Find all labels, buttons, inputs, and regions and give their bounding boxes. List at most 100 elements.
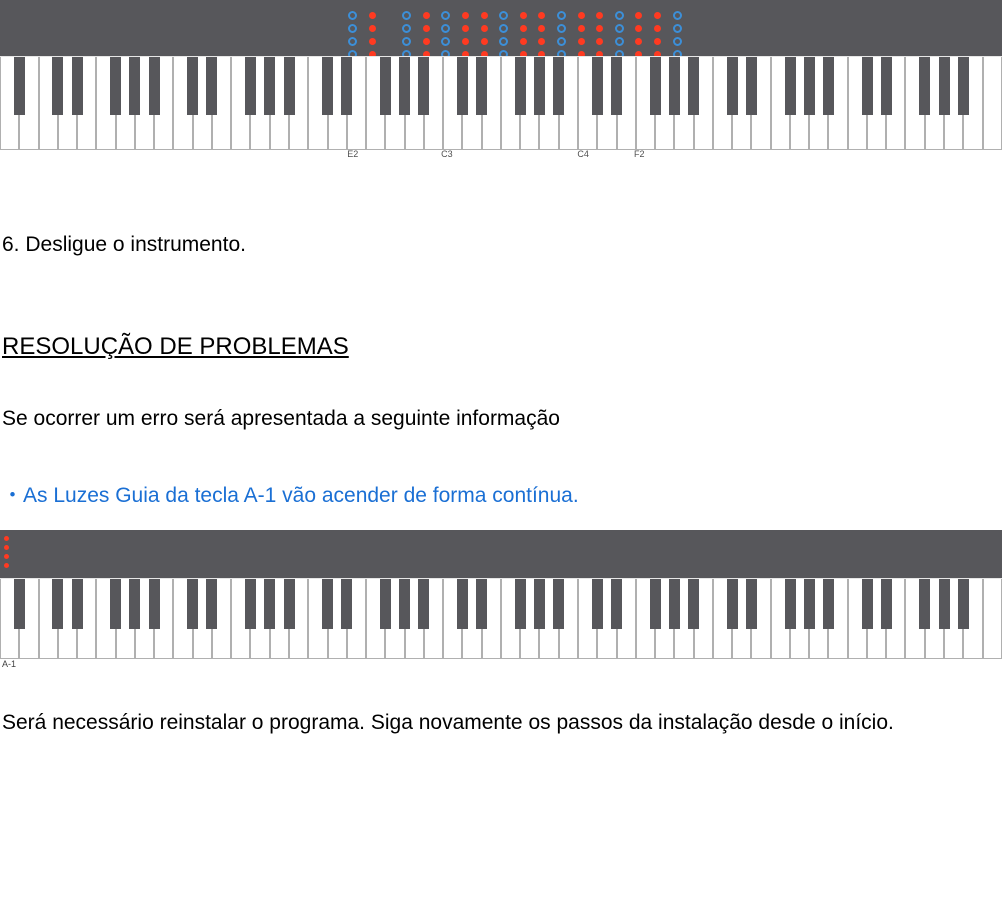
white-key	[250, 57, 269, 150]
white-key	[867, 57, 886, 150]
white-key	[77, 57, 96, 150]
white-key	[173, 57, 192, 150]
white-key	[154, 57, 173, 150]
white-key	[713, 57, 732, 150]
white-key	[905, 57, 924, 150]
white-key	[905, 579, 924, 659]
reinstall-text: Será necessário reinstalar o programa. S…	[2, 709, 994, 737]
white-key	[19, 57, 38, 150]
white-key	[308, 579, 327, 659]
white-key	[443, 57, 462, 150]
white-key	[482, 57, 501, 150]
white-key	[366, 57, 385, 150]
white-key	[462, 579, 481, 659]
note-label: C4	[577, 149, 589, 159]
white-key	[385, 57, 404, 150]
white-key	[231, 579, 250, 659]
white-key	[212, 579, 231, 659]
white-key	[347, 579, 366, 659]
white-key	[539, 579, 558, 659]
white-key	[154, 579, 173, 659]
white-key	[520, 579, 539, 659]
white-key	[886, 579, 905, 659]
white-key	[828, 57, 847, 150]
white-key	[270, 57, 289, 150]
white-key	[617, 57, 636, 150]
white-key	[116, 57, 135, 150]
white-key	[790, 57, 809, 150]
white-key	[347, 57, 366, 150]
white-key	[655, 57, 674, 150]
white-key	[828, 579, 847, 659]
white-key	[96, 579, 115, 659]
white-key	[886, 57, 905, 150]
note-label: E2	[347, 149, 358, 159]
note-label: F2	[634, 149, 645, 159]
error-led-topbar	[0, 530, 1002, 578]
white-key	[39, 57, 58, 150]
white-key	[173, 579, 192, 659]
white-key	[674, 57, 693, 150]
white-key	[328, 579, 347, 659]
white-key	[0, 579, 19, 659]
white-key	[559, 579, 578, 659]
white-key	[848, 57, 867, 150]
white-key	[809, 57, 828, 150]
white-key	[963, 57, 982, 150]
white-key	[944, 57, 963, 150]
white-key	[751, 57, 770, 150]
led-grid	[348, 3, 688, 55]
white-key	[289, 57, 308, 150]
white-key	[597, 579, 616, 659]
white-key	[539, 57, 558, 150]
white-key	[19, 579, 38, 659]
white-key	[694, 579, 713, 659]
white-key	[578, 579, 597, 659]
white-key	[193, 57, 212, 150]
white-key	[578, 57, 597, 150]
white-key	[636, 579, 655, 659]
white-key	[135, 57, 154, 150]
white-key	[771, 57, 790, 150]
white-key	[809, 579, 828, 659]
white-key	[270, 579, 289, 659]
white-key	[501, 579, 520, 659]
white-key	[193, 579, 212, 659]
white-key	[771, 579, 790, 659]
white-key	[212, 57, 231, 150]
white-key	[231, 57, 250, 150]
white-key	[0, 57, 19, 150]
troubleshooting-heading: RESOLUÇÃO DE PROBLEMAS	[2, 333, 994, 361]
white-key	[39, 579, 58, 659]
white-key	[424, 57, 443, 150]
white-key	[58, 579, 77, 659]
white-key	[674, 579, 693, 659]
a-1-error-leds	[4, 532, 9, 572]
white-key	[77, 579, 96, 659]
keyboard-1	[0, 56, 1002, 149]
white-key	[96, 57, 115, 150]
white-key	[636, 57, 655, 150]
white-key	[385, 579, 404, 659]
white-key	[790, 579, 809, 659]
white-key	[405, 579, 424, 659]
white-key	[944, 579, 963, 659]
white-key	[405, 57, 424, 150]
white-key	[328, 57, 347, 150]
white-key	[983, 57, 1002, 150]
white-key	[751, 579, 770, 659]
white-key	[289, 579, 308, 659]
note-labels: E2C3C4F2	[0, 149, 1002, 163]
white-key	[250, 579, 269, 659]
step-6: 6. Desligue o instrumento.	[2, 233, 994, 257]
white-key	[520, 57, 539, 150]
white-key	[713, 579, 732, 659]
white-key	[925, 579, 944, 659]
white-key	[655, 579, 674, 659]
white-key	[617, 579, 636, 659]
white-key	[732, 57, 751, 150]
keyboard-panel-2: A-1	[0, 530, 1002, 669]
white-key	[116, 579, 135, 659]
led-topbar	[0, 0, 1002, 56]
white-key	[308, 57, 327, 150]
